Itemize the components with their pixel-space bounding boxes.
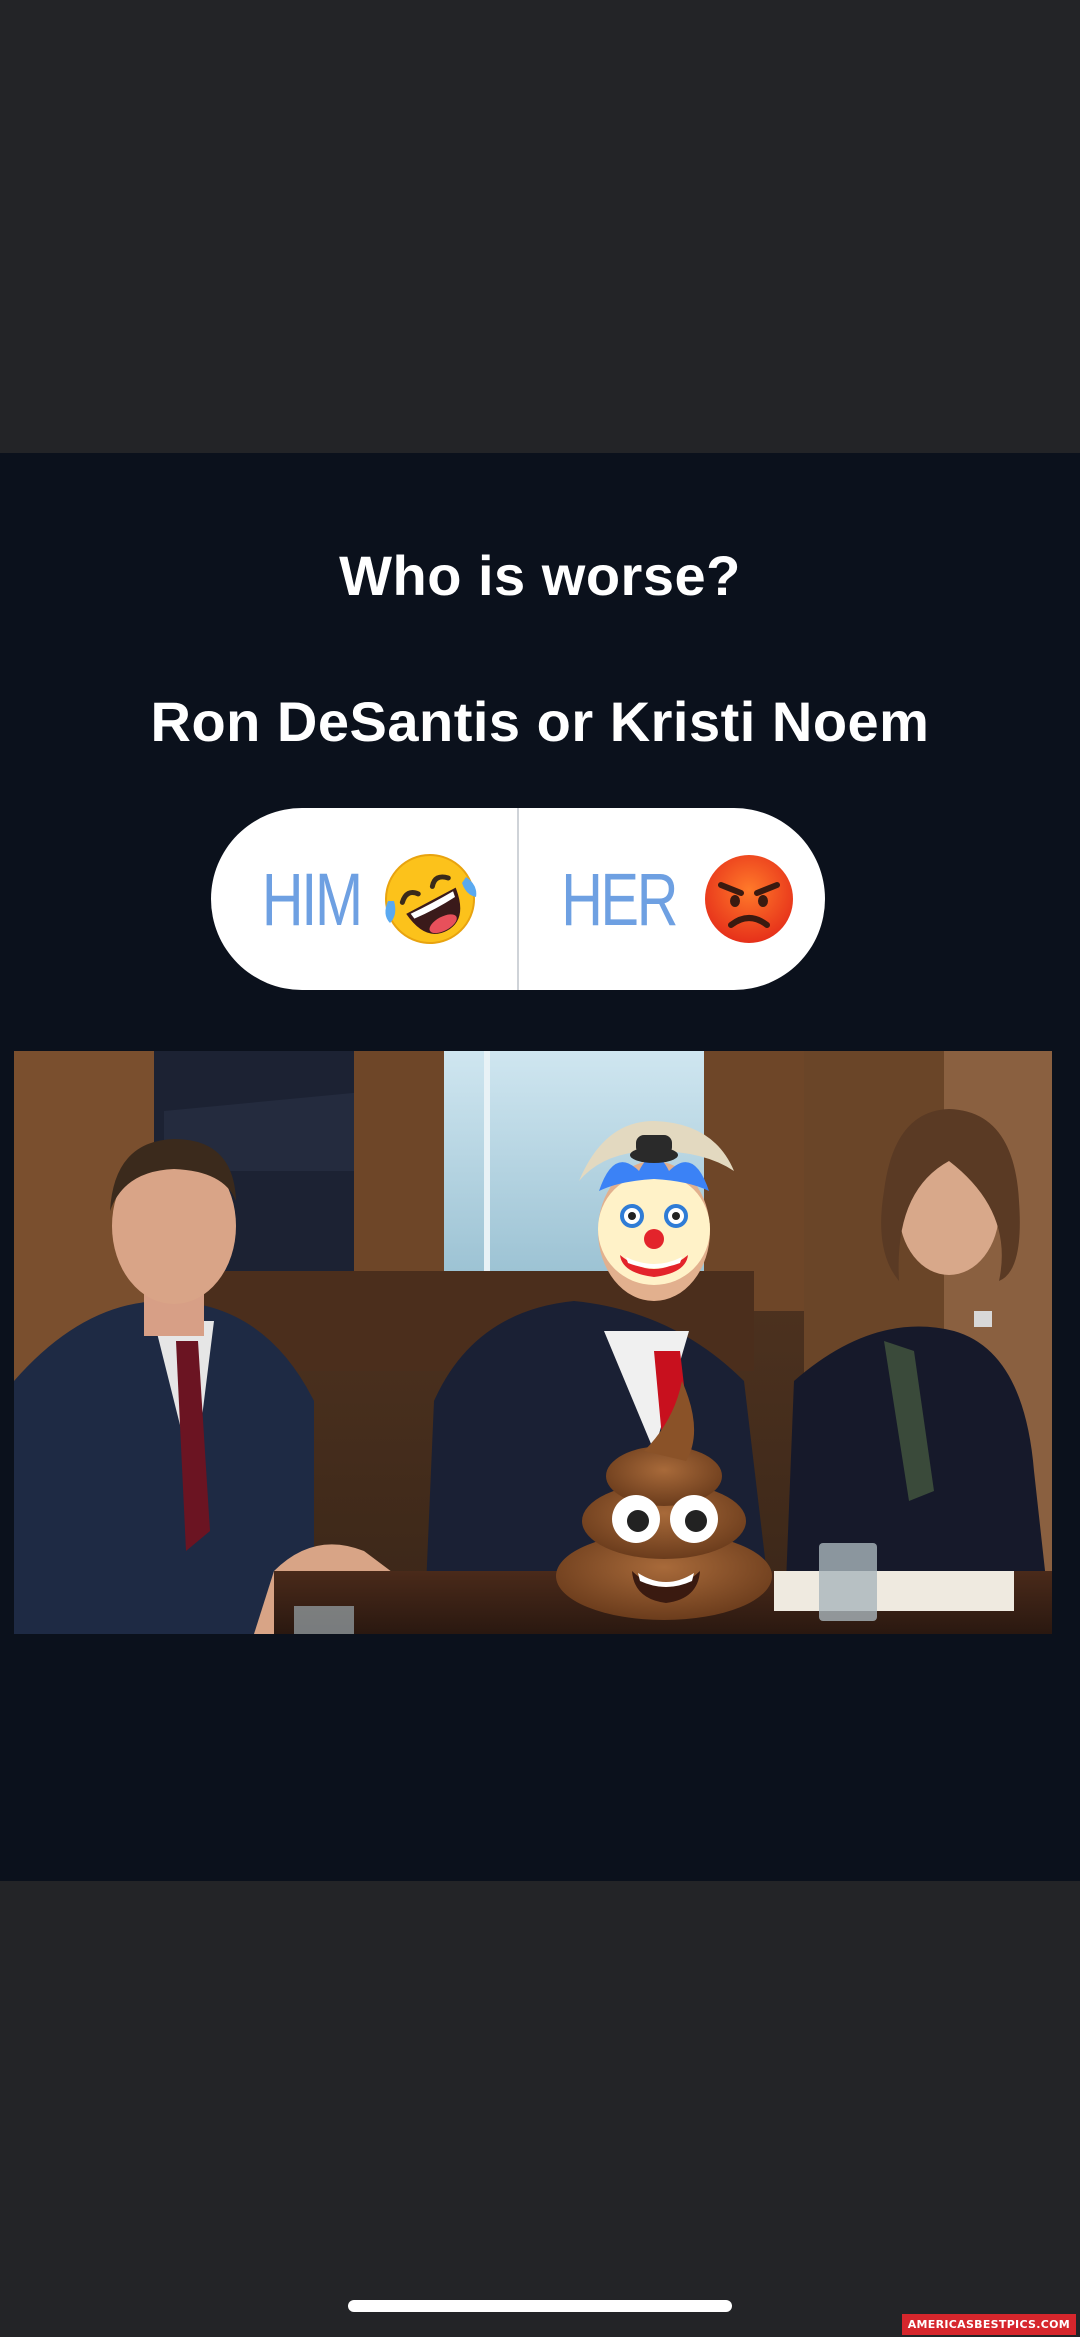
poll-option-him-label: HIM [261,857,363,941]
rolling-on-floor-laughing-icon [380,849,480,949]
question-line-2: Ron DeSantis or Kristi Noem [150,690,930,753]
story-photo [14,1051,1052,1634]
home-indicator[interactable] [348,2300,732,2312]
angry-face-icon [699,849,799,949]
story-card: Who is worse? Ron DeSantis or Kristi Noe… [0,453,1080,1881]
question-line-1: Who is worse? [339,544,741,607]
photo-scene [14,1051,1052,1634]
poll-sticker: HIM HER [211,808,825,990]
poll-option-him[interactable]: HIM [211,808,517,990]
poll-option-her[interactable]: HER [519,808,825,990]
poll-option-her-label: HER [561,857,679,941]
watermark: AMERICASBESTPICS.COM [901,2314,1076,2335]
